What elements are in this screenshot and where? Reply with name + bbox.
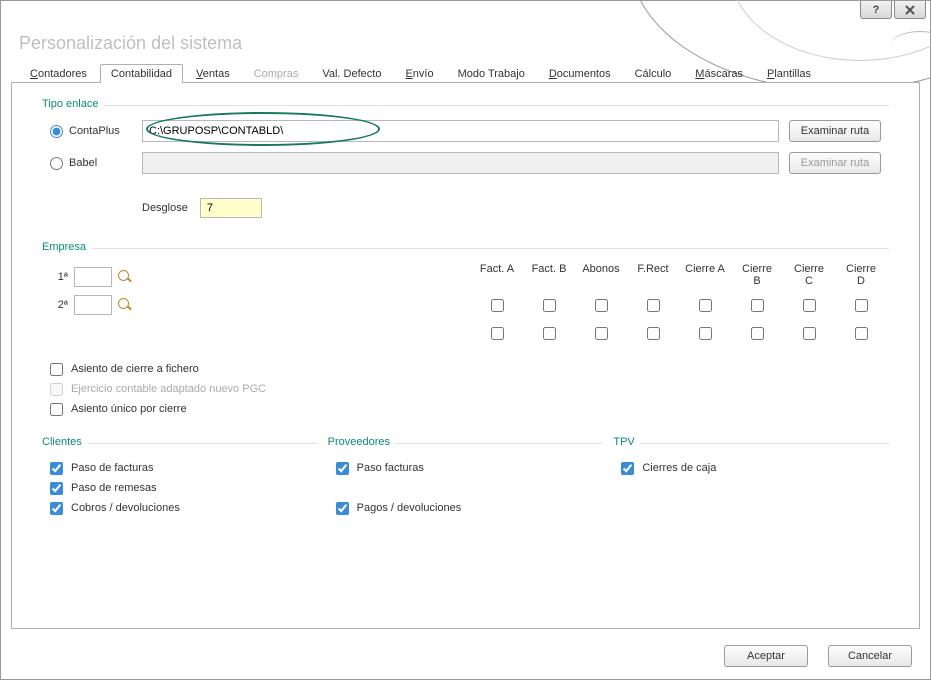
radio-babel[interactable]: [50, 157, 63, 170]
group-clientes: Clientes Paso de facturas Paso de remesa…: [42, 443, 318, 530]
empresa-1-input[interactable]: [74, 267, 112, 287]
col-frect: F.Rect: [633, 263, 673, 287]
lbl-asiento-unico: Asiento único por cierre: [71, 403, 187, 415]
help-button[interactable]: ?: [860, 1, 892, 19]
chk-2-cierreC[interactable]: [803, 327, 816, 340]
lbl-asiento-cierre-fichero: Asiento de cierre a fichero: [71, 363, 199, 375]
chk-2-cierreA[interactable]: [699, 327, 712, 340]
tab-bar: Contadores Contabilidad Ventas Compras V…: [11, 63, 920, 83]
chk-2-factA[interactable]: [491, 327, 504, 340]
lbl-tpv-cierres-caja: Cierres de caja: [642, 462, 716, 474]
empresa-grid-row-2: [477, 321, 881, 349]
lbl-ejercicio-pgc: Ejercicio contable adaptado nuevo PGC: [71, 383, 266, 395]
babel-path-input: [142, 152, 779, 174]
radio-contaplus[interactable]: [50, 125, 63, 138]
tab-compras: Compras: [243, 64, 310, 83]
contaplus-path-input[interactable]: [142, 120, 779, 142]
col-cierreD: Cierre D: [841, 263, 881, 287]
tab-plantillas[interactable]: Plantillas: [756, 64, 822, 83]
chk-clientes-paso-remesas[interactable]: [50, 482, 63, 495]
lbl-prov-paso-facturas: Paso facturas: [357, 462, 424, 474]
close-icon: [904, 5, 916, 15]
col-factA: Fact. A: [477, 263, 517, 287]
empresa-grid-row-1: [477, 293, 881, 321]
empresa-2-input[interactable]: [74, 295, 112, 315]
tab-contadores[interactable]: Contadores: [19, 64, 98, 83]
empresa-2-label: 2ª: [50, 299, 68, 311]
tab-ventas[interactable]: Ventas: [185, 64, 241, 83]
legend-tipo-enlace: Tipo enlace: [42, 98, 104, 110]
col-cierreC: Cierre C: [789, 263, 829, 287]
chk-asiento-cierre-fichero[interactable]: [50, 363, 63, 376]
group-tpv: TPV Cierres de caja: [613, 443, 889, 530]
chk-2-cierreD[interactable]: [855, 327, 868, 340]
col-cierreA: Cierre A: [685, 263, 725, 287]
chk-2-abonos[interactable]: [595, 327, 608, 340]
chk-1-factB[interactable]: [543, 299, 556, 312]
tab-valdefecto[interactable]: Val. Defecto: [311, 64, 392, 83]
desglose-label: Desglose: [142, 202, 188, 214]
tab-mascaras[interactable]: Máscaras: [684, 64, 754, 83]
empresa-grid-header: Fact. A Fact. B Abonos F.Rect Cierre A C…: [477, 263, 881, 287]
cancelar-button[interactable]: Cancelar: [828, 645, 912, 667]
radio-contaplus-label[interactable]: ContaPlus: [50, 125, 142, 138]
lbl-clientes-paso-remesas: Paso de remesas: [71, 482, 157, 494]
legend-clientes: Clientes: [42, 436, 88, 448]
chk-2-frect[interactable]: [647, 327, 660, 340]
group-empresa: Empresa 1ª 2ª Fact. A Fact. B Abo: [42, 248, 889, 431]
tab-envio[interactable]: Envío: [394, 64, 444, 83]
tab-documentos[interactable]: Documentos: [538, 64, 622, 83]
radio-babel-text: Babel: [69, 157, 97, 169]
col-cierreB: Cierre B: [737, 263, 777, 287]
legend-empresa: Empresa: [42, 241, 92, 253]
chk-1-factA[interactable]: [491, 299, 504, 312]
close-button[interactable]: [894, 1, 926, 19]
chk-tpv-cierres-caja[interactable]: [621, 462, 634, 475]
col-factB: Fact. B: [529, 263, 569, 287]
tab-contabilidad[interactable]: Contabilidad: [100, 64, 183, 83]
radio-babel-label[interactable]: Babel: [50, 157, 142, 170]
lbl-clientes-cobros-dev: Cobros / devoluciones: [71, 502, 180, 514]
examinar-ruta-contaplus[interactable]: Examinar ruta: [789, 120, 881, 142]
empresa-1-label: 1ª: [50, 271, 68, 283]
chk-2-factB[interactable]: [543, 327, 556, 340]
chk-1-frect[interactable]: [647, 299, 660, 312]
tab-content: Tipo enlace ContaPlus Examinar ruta Babe…: [11, 83, 920, 629]
chk-prov-paso-facturas[interactable]: [336, 462, 349, 475]
aceptar-button[interactable]: Aceptar: [724, 645, 808, 667]
desglose-input[interactable]: [200, 198, 262, 218]
legend-tpv: TPV: [613, 436, 640, 448]
chk-clientes-paso-facturas[interactable]: [50, 462, 63, 475]
chk-2-cierreB[interactable]: [751, 327, 764, 340]
radio-contaplus-text: ContaPlus: [69, 125, 120, 137]
lbl-clientes-paso-facturas: Paso de facturas: [71, 462, 154, 474]
decor-swoosh: [890, 31, 931, 61]
tab-modotrabajo[interactable]: Modo Trabajo: [447, 64, 536, 83]
page-title: Personalización del sistema: [19, 33, 242, 54]
chk-1-cierreC[interactable]: [803, 299, 816, 312]
chk-1-cierreD[interactable]: [855, 299, 868, 312]
legend-proveedores: Proveedores: [328, 436, 396, 448]
tab-calculo[interactable]: Cálculo: [624, 64, 683, 83]
chk-clientes-cobros-dev[interactable]: [50, 502, 63, 515]
chk-1-abonos[interactable]: [595, 299, 608, 312]
search-icon[interactable]: [118, 298, 132, 312]
group-proveedores: Proveedores Paso facturas . Pagos / devo…: [328, 443, 604, 530]
lbl-prov-pagos-dev: Pagos / devoluciones: [357, 502, 462, 514]
chk-1-cierreB[interactable]: [751, 299, 764, 312]
search-icon[interactable]: [118, 270, 132, 284]
chk-asiento-unico[interactable]: [50, 403, 63, 416]
col-abonos: Abonos: [581, 263, 621, 287]
examinar-ruta-babel: Examinar ruta: [789, 152, 881, 174]
group-tipo-enlace: Tipo enlace ContaPlus Examinar ruta Babe…: [42, 105, 889, 240]
chk-1-cierreA[interactable]: [699, 299, 712, 312]
chk-ejercicio-pgc: [50, 383, 63, 396]
chk-prov-pagos-dev[interactable]: [336, 502, 349, 515]
